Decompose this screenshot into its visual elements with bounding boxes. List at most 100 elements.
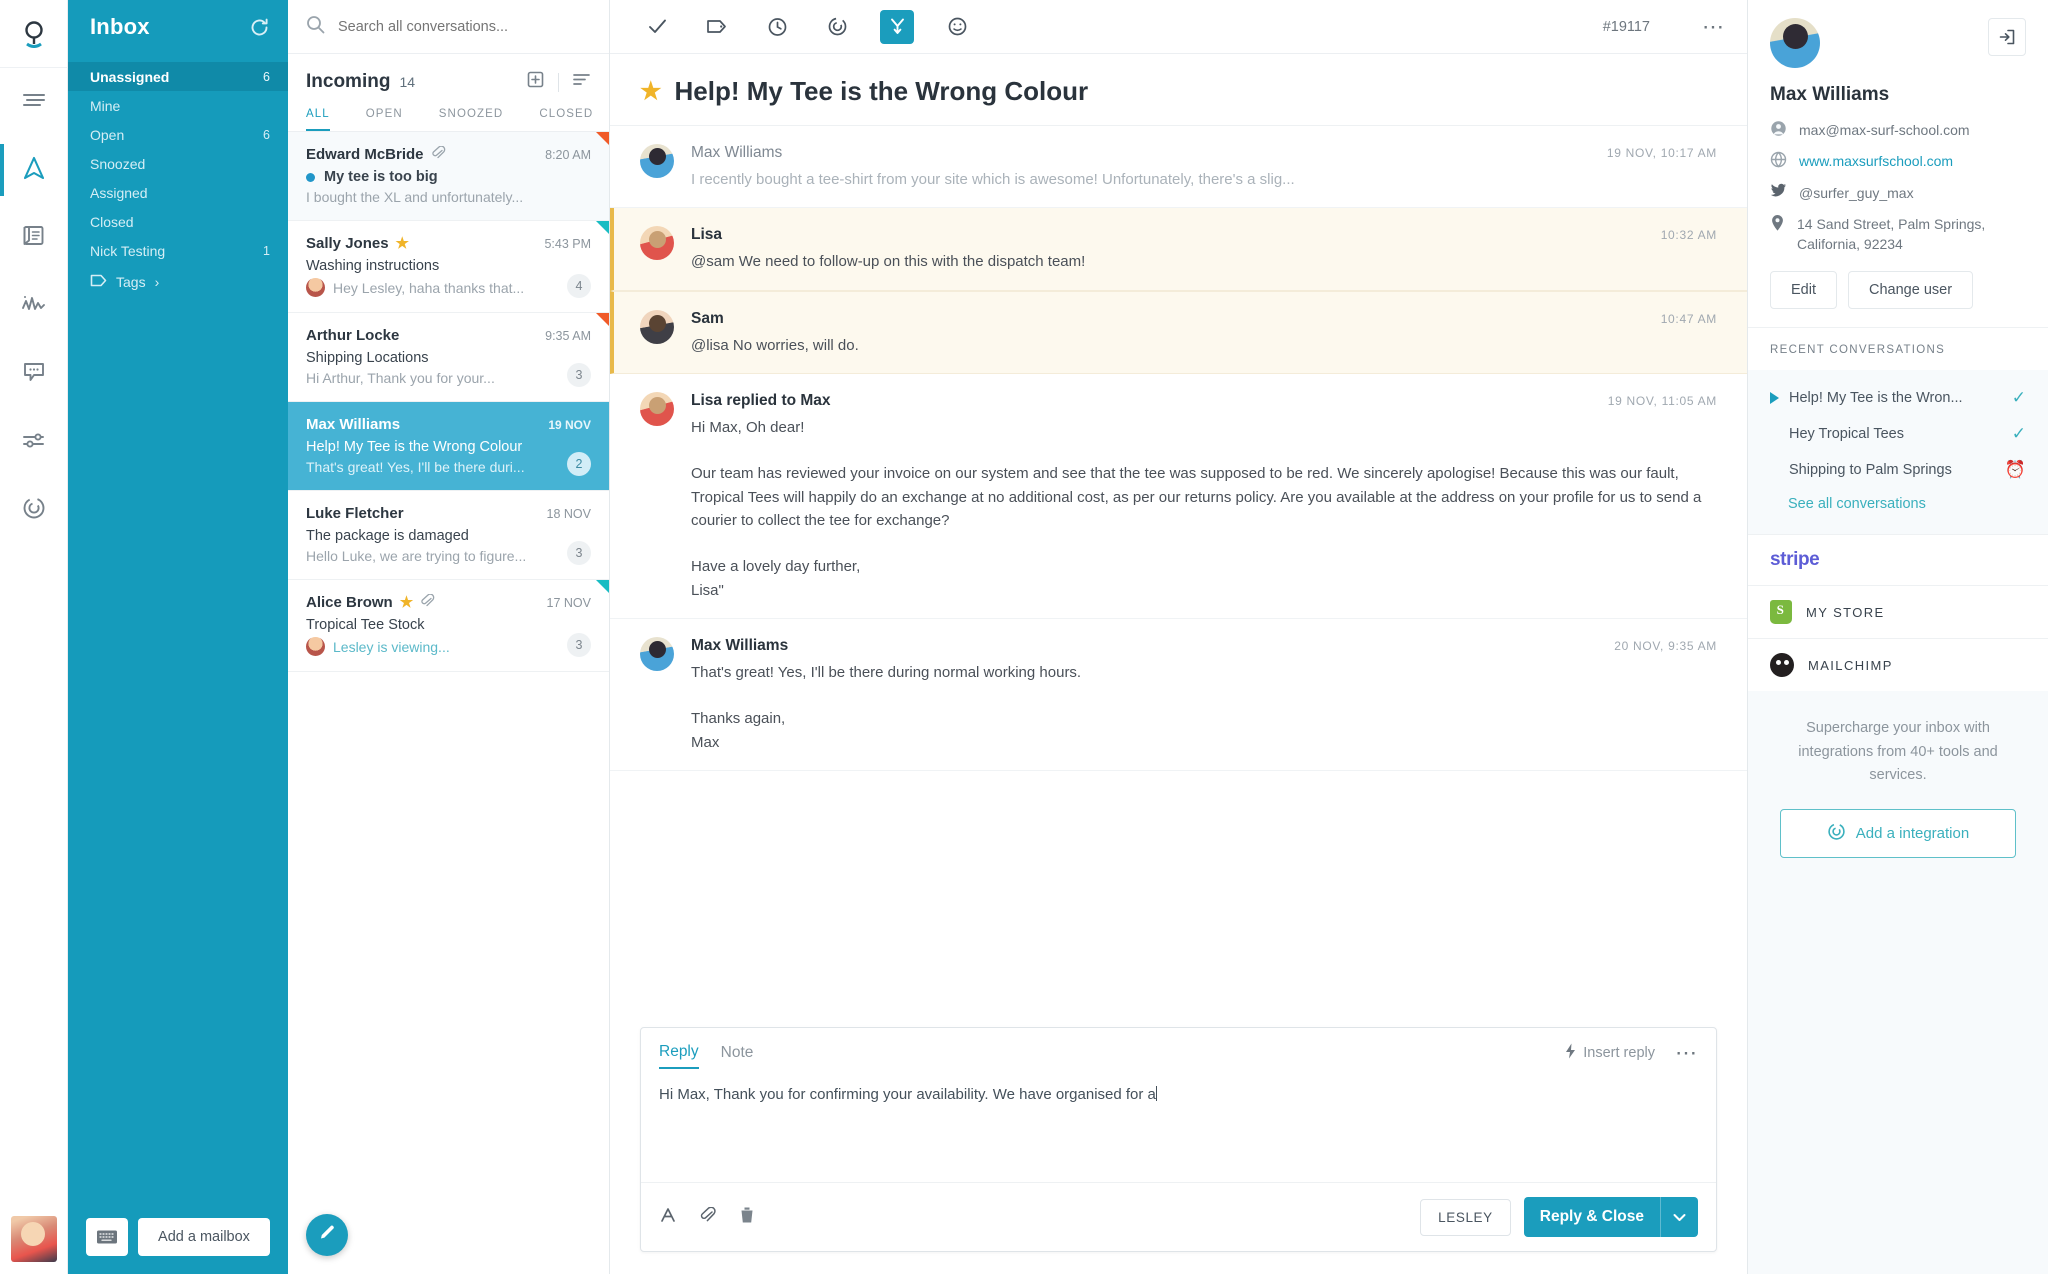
- message-author: Lisa: [691, 226, 723, 244]
- conversation-row[interactable]: Edward McBride 8:20 AM My tee is too big…: [288, 132, 609, 221]
- viewing-status: Lesley is viewing...: [333, 638, 450, 655]
- conversation-preview: Hey Lesley, haha thanks that...: [333, 279, 525, 296]
- message-note[interactable]: Sam 10:47 AM @lisa No worries, will do.: [610, 290, 1747, 374]
- target-icon[interactable]: [820, 10, 854, 44]
- text-format-icon[interactable]: [659, 1206, 677, 1229]
- composer-body[interactable]: Hi Max, Thank you for confirming your av…: [641, 1070, 1716, 1182]
- conversation-customer-name: Arthur Locke: [306, 327, 400, 344]
- merge-branch-icon[interactable]: [880, 9, 914, 44]
- conversation-customer-name: Luke Fletcher: [306, 505, 404, 522]
- folder-label: Closed: [90, 213, 134, 230]
- customer-website: www.maxsurfschool.com: [1799, 153, 1954, 170]
- rail-item-beacon[interactable]: [0, 340, 68, 408]
- tab-open[interactable]: OPEN: [366, 108, 403, 131]
- message-count-badge: 4: [567, 274, 591, 298]
- chevron-right-icon: ›: [154, 274, 160, 290]
- rail-item-target[interactable]: [0, 476, 68, 544]
- change-user-button[interactable]: Change user: [1848, 271, 1974, 310]
- message-text: Hi Max, Oh dear! Our team has reviewed y…: [691, 418, 1702, 599]
- rail-item-reports[interactable]: [0, 272, 68, 340]
- delete-trash-icon[interactable]: [739, 1206, 755, 1229]
- sidebar-item-open[interactable]: Open 6: [68, 120, 288, 149]
- more-options-icon[interactable]: ⋯: [1702, 15, 1725, 38]
- target-circle-icon: [21, 495, 47, 526]
- list-title: Incoming: [306, 71, 391, 92]
- sort-icon[interactable]: [572, 72, 591, 92]
- insert-reply-button[interactable]: Insert reply: [1565, 1043, 1655, 1063]
- add-mailbox-button[interactable]: Add a mailbox: [138, 1218, 270, 1256]
- open-in-new-icon[interactable]: [1988, 18, 2026, 56]
- search-input[interactable]: [338, 18, 591, 35]
- rail-item-docs[interactable]: [0, 204, 68, 272]
- composer-tab-reply[interactable]: Reply: [659, 1043, 699, 1069]
- composer-more-icon[interactable]: ⋯: [1675, 1042, 1698, 1064]
- star-icon[interactable]: ★: [640, 79, 662, 104]
- conversation-subject: Help! My Tee is the Wrong Colour: [306, 439, 523, 455]
- compose-button[interactable]: [306, 1214, 348, 1256]
- chevron-down-icon[interactable]: [1660, 1197, 1698, 1237]
- message-text: @sam We need to follow-up on this with t…: [691, 253, 1086, 271]
- rail-user-avatar[interactable]: [10, 1216, 57, 1262]
- integration-mailchimp[interactable]: MAILCHIMP: [1748, 638, 2048, 691]
- sidebar-item-assigned[interactable]: Assigned: [68, 178, 288, 207]
- message-collapsed[interactable]: Max Williams 19 NOV, 10:17 AM I recently…: [610, 126, 1747, 209]
- customer-twitter-field[interactable]: @surfer_guy_max: [1770, 183, 2026, 203]
- new-conversation-icon[interactable]: [526, 70, 545, 94]
- edit-button[interactable]: Edit: [1770, 271, 1837, 310]
- attachment-icon[interactable]: [699, 1206, 717, 1228]
- recent-conversations-list: Help! My Tee is the Wron... ✓ Hey Tropic…: [1748, 370, 2048, 535]
- conversation-preview: That's great! Yes, I'll be there duri...: [306, 459, 525, 475]
- assignee-button[interactable]: LESLEY: [1420, 1198, 1511, 1236]
- customer-website-field[interactable]: www.maxsurfschool.com: [1770, 151, 2026, 171]
- folder-count: 1: [263, 243, 270, 258]
- add-integration-button[interactable]: Add a integration: [1780, 809, 2016, 859]
- conversation-row[interactable]: Sally Jones ★ 5:43 PM Washing instructio…: [288, 221, 609, 313]
- avatar: [640, 226, 674, 261]
- conversation-preview: Hi Arthur, Thank you for your...: [306, 370, 495, 386]
- folder-count: 6: [263, 127, 270, 142]
- closed-check-icon: ✓: [2011, 424, 2026, 444]
- sidebar-item-mine[interactable]: Mine: [68, 91, 288, 120]
- message-list: Max Williams 19 NOV, 10:17 AM I recently…: [610, 126, 1747, 1015]
- recent-conversation-item[interactable]: Shipping to Palm Springs ⏰: [1748, 452, 2048, 488]
- keyboard-icon[interactable]: [86, 1218, 128, 1256]
- emoji-smiley-icon[interactable]: [940, 10, 974, 44]
- reply-and-close-button[interactable]: Reply & Close: [1523, 1197, 1698, 1237]
- sidebar-item-closed[interactable]: Closed: [68, 207, 288, 236]
- conversation-row-selected[interactable]: Max Williams 19 NOV Help! My Tee is the …: [288, 402, 609, 491]
- message-full[interactable]: Lisa replied to Max 19 NOV, 11:05 AM Hi …: [610, 374, 1747, 619]
- integration-shopify[interactable]: MY STORE: [1748, 585, 2048, 638]
- message-full[interactable]: Max Williams 20 NOV, 9:35 AM That's grea…: [610, 619, 1747, 771]
- tag-icon[interactable]: [700, 10, 734, 44]
- sidebar-item-unassigned[interactable]: Unassigned 6: [68, 62, 288, 91]
- recent-conversation-item[interactable]: Help! My Tee is the Wron... ✓: [1748, 380, 2048, 416]
- tab-snoozed[interactable]: SNOOZED: [439, 108, 504, 131]
- snooze-clock-icon[interactable]: [760, 10, 794, 44]
- sidebar-item-nick-testing[interactable]: Nick Testing 1: [68, 236, 288, 265]
- sidebar-item-snoozed[interactable]: Snoozed: [68, 149, 288, 178]
- recent-conversation-item[interactable]: Hey Tropical Tees ✓: [1748, 416, 2048, 452]
- app-logo[interactable]: [0, 0, 67, 68]
- message-time: 19 NOV, 11:05 AM: [1607, 393, 1717, 408]
- conversation-row[interactable]: Arthur Locke 9:35 AM Shipping Locations …: [288, 313, 609, 402]
- rail-item-settings[interactable]: [0, 408, 68, 476]
- close-check-icon[interactable]: [640, 10, 674, 44]
- rail-item-menu-icon[interactable]: [0, 68, 68, 136]
- tab-closed[interactable]: CLOSED: [539, 108, 593, 131]
- refresh-icon[interactable]: [249, 17, 270, 38]
- conversation-row[interactable]: Luke Fletcher 18 NOV The package is dama…: [288, 491, 609, 580]
- conversation-row[interactable]: Alice Brown ★ 17 NOV Tropical Tee Stock …: [288, 580, 609, 672]
- person-icon: [1770, 120, 1787, 140]
- conversation-customer-name: Alice Brown: [306, 594, 393, 611]
- sidebar-item-tags[interactable]: Tags ›: [68, 265, 288, 291]
- message-note[interactable]: Lisa 10:32 AM @sam We need to follow-up …: [610, 208, 1747, 291]
- see-all-conversations-link[interactable]: See all conversations: [1748, 488, 2048, 528]
- tab-all[interactable]: ALL: [306, 108, 330, 131]
- integration-stripe[interactable]: stripe: [1748, 534, 2048, 585]
- rail-item-inbox[interactable]: [0, 136, 68, 204]
- star-icon: ★: [399, 594, 414, 611]
- customer-email-field: max@max-surf-school.com: [1770, 120, 2026, 140]
- message-count-badge: 3: [567, 541, 591, 565]
- composer-tab-note[interactable]: Note: [721, 1044, 754, 1068]
- conversation-time: 17 NOV: [546, 595, 591, 610]
